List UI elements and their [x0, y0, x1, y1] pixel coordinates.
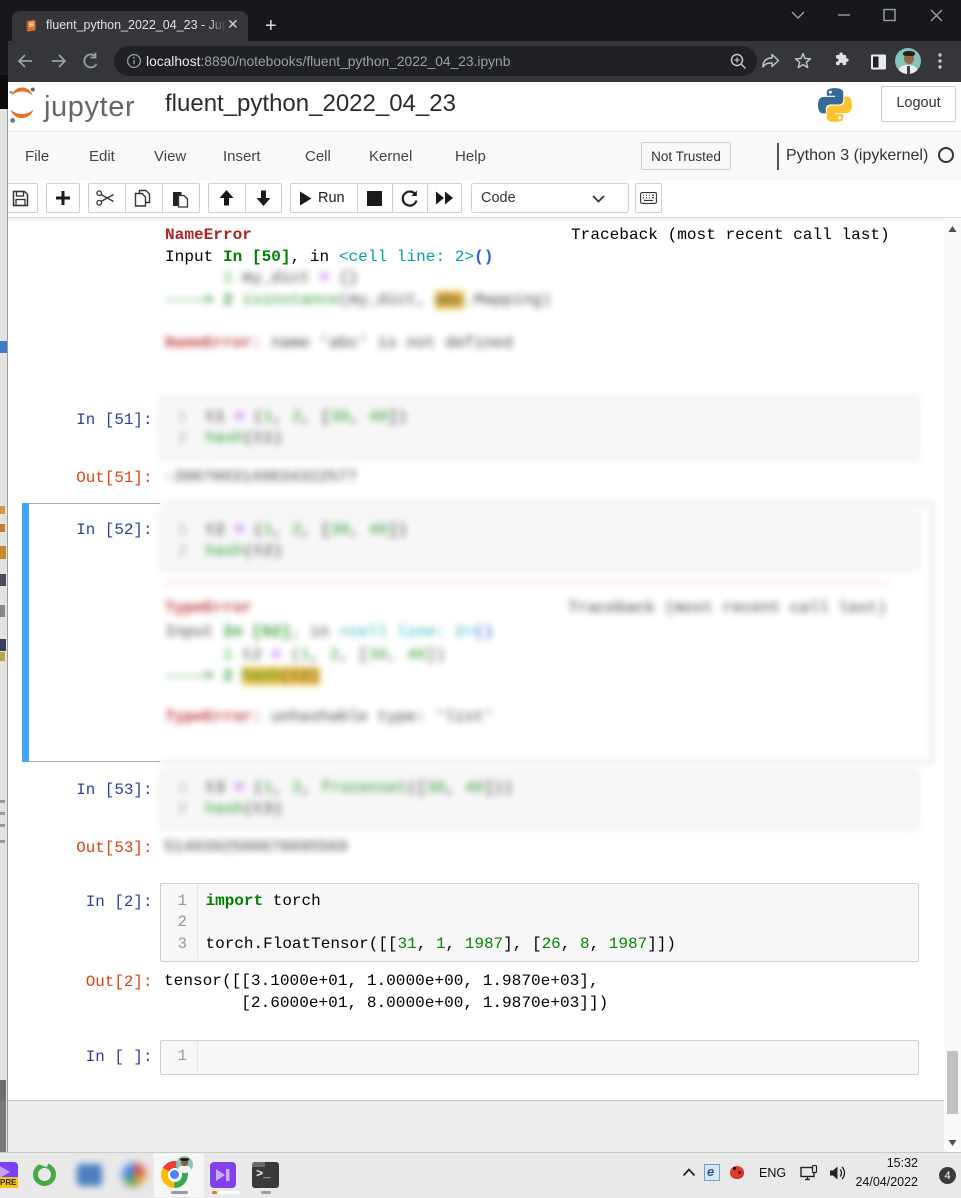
svg-text:jupyter: jupyter — [43, 91, 135, 123]
